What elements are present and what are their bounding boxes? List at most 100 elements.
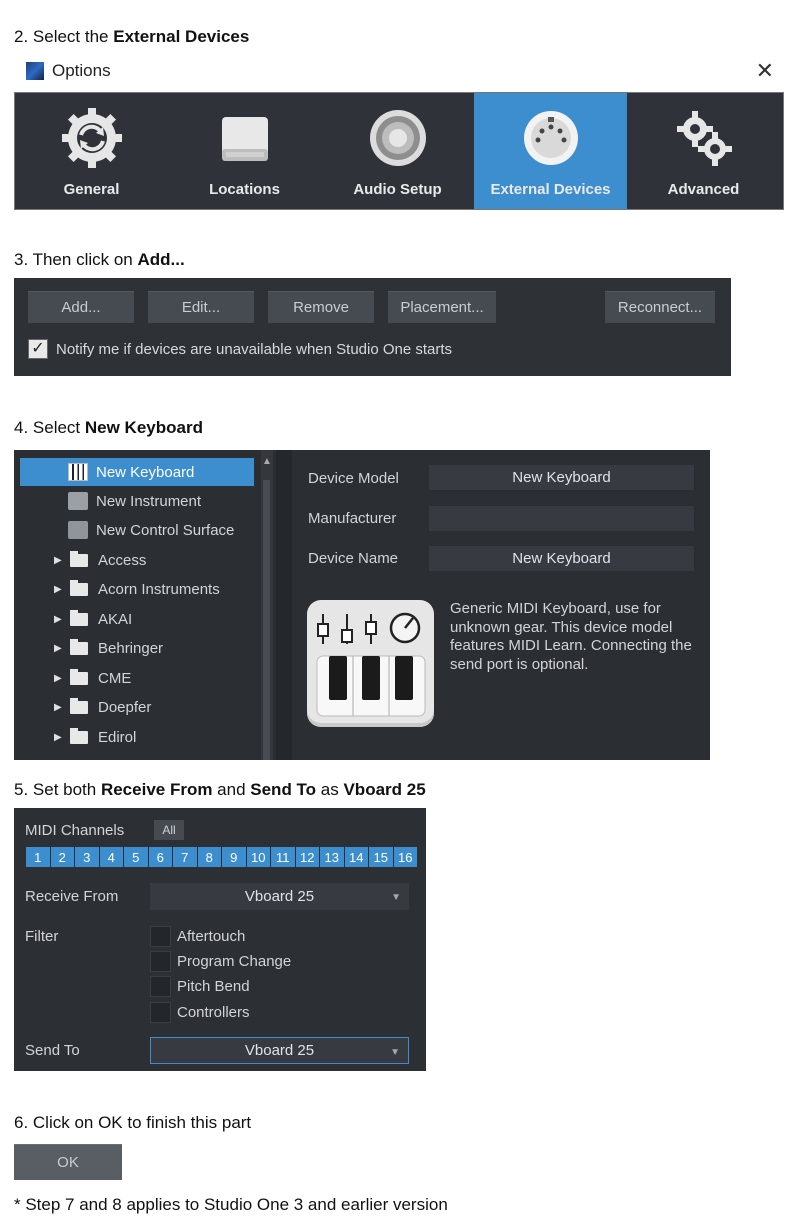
folder-icon [70, 609, 88, 626]
folder-edirol[interactable]: ▶ Edirol [54, 723, 136, 751]
filter-program-change[interactable]: Program Change [150, 950, 291, 972]
options-tab-bar: General Locations Audio Setup External D… [14, 92, 784, 210]
scroll-up-icon[interactable]: ▲ [261, 456, 273, 467]
filter-aftertouch[interactable]: Aftertouch [150, 925, 245, 947]
reconnect-button[interactable]: Reconnect... [605, 291, 715, 323]
folder-behringer[interactable]: ▶ Behringer [54, 634, 163, 662]
midi-port-icon [523, 111, 578, 165]
ok-button[interactable]: OK [14, 1144, 122, 1180]
options-title-bar: Options ✕ [14, 52, 784, 92]
folder-acorn-instruments[interactable]: ▶ Acorn Instruments [54, 575, 220, 603]
placement-button[interactable]: Placement... [388, 291, 496, 323]
tab-external-devices[interactable]: External Devices [474, 93, 627, 209]
tab-advanced[interactable]: Advanced [627, 93, 780, 209]
add-button[interactable]: Add... [28, 291, 134, 323]
panel-divider [276, 450, 292, 760]
channel-button[interactable]: 12 [295, 847, 319, 867]
expand-arrow-icon[interactable]: ▶ [54, 614, 64, 625]
aftertouch-checkbox[interactable] [150, 925, 171, 947]
notify-checkbox[interactable]: ✓ [28, 339, 48, 359]
pitch-bend-checkbox[interactable] [150, 975, 171, 997]
keyboard-faders-icon [316, 612, 426, 717]
channel-button[interactable]: 16 [393, 847, 417, 867]
filter-label: Filter [25, 928, 59, 945]
channel-button[interactable]: 9 [222, 847, 246, 867]
tab-label: Advanced [667, 181, 740, 198]
all-channels-button[interactable]: All [154, 820, 184, 840]
device-model-label: Device Model [308, 470, 399, 487]
device-name-field[interactable]: New Keyboard [428, 545, 695, 572]
controllers-checkbox[interactable] [150, 1001, 171, 1023]
channel-button[interactable]: 5 [124, 847, 148, 867]
expand-arrow-icon[interactable]: ▶ [54, 555, 64, 566]
midi-settings-panel: MIDI Channels All 1 2 3 4 5 6 7 8 9 10 1… [14, 808, 426, 1071]
gears-icon [676, 111, 732, 166]
device-list: New Keyboard New Instrument New Control … [14, 450, 274, 760]
scrollbar-thumb[interactable] [263, 480, 270, 760]
channel-button[interactable]: 8 [197, 847, 221, 867]
device-model-field[interactable]: New Keyboard [428, 464, 695, 491]
send-to-select[interactable]: Vboard 25 ▼ [150, 1037, 409, 1064]
manufacturer-field[interactable] [428, 505, 695, 532]
tab-locations[interactable]: Locations [168, 93, 321, 209]
device-name-label: Device Name [308, 550, 399, 567]
close-icon[interactable]: ✕ [756, 58, 774, 84]
folder-icon [70, 668, 88, 685]
channel-button[interactable]: 3 [75, 847, 99, 867]
expand-arrow-icon[interactable]: ▶ [54, 673, 64, 684]
filter-controllers[interactable]: Controllers [150, 1001, 250, 1023]
refresh-gear-icon [61, 108, 122, 168]
expand-arrow-icon[interactable]: ▶ [54, 643, 64, 654]
devices-toolbar: Add... Edit... Remove Placement... Recon… [14, 278, 731, 376]
channel-button[interactable]: 13 [320, 847, 344, 867]
channel-button[interactable]: 11 [271, 847, 295, 867]
folder-cme[interactable]: ▶ CME [54, 664, 131, 692]
folder-icon [70, 550, 88, 567]
channel-button[interactable]: 4 [99, 847, 123, 867]
keyboard-icon [68, 463, 88, 481]
filter-pitch-bend[interactable]: Pitch Bend [150, 975, 250, 997]
remove-button[interactable]: Remove [268, 291, 374, 323]
step-4-text: 4. Select New Keyboard [14, 418, 203, 437]
tab-audio-setup[interactable]: Audio Setup [321, 93, 474, 209]
keyboard-device-icon [307, 600, 434, 727]
channel-button[interactable]: 2 [50, 847, 74, 867]
expand-arrow-icon[interactable]: ▶ [54, 584, 64, 595]
edit-button[interactable]: Edit... [148, 291, 254, 323]
channel-button[interactable]: 15 [369, 847, 393, 867]
channel-button[interactable]: 10 [246, 847, 270, 867]
list-item-new-instrument[interactable]: New Instrument [20, 487, 254, 515]
channel-button[interactable]: 14 [344, 847, 368, 867]
step-5-text: 5. Set both Receive From and Send To as … [14, 780, 426, 799]
folder-doepfer[interactable]: ▶ Doepfer [54, 693, 151, 721]
device-description: Generic MIDI Keyboard, use for unknown g… [450, 600, 692, 673]
drive-icon [221, 117, 268, 161]
step-2-text: 2. Select the External Devices [14, 27, 250, 46]
expand-arrow-icon[interactable]: ▶ [54, 702, 64, 713]
channel-button[interactable]: 1 [26, 847, 50, 867]
chevron-down-icon: ▼ [391, 892, 401, 903]
list-item-new-control-surface[interactable]: New Control Surface [20, 516, 260, 544]
tab-label: External Devices [490, 181, 611, 198]
folder-akai[interactable]: ▶ AKAI [54, 605, 132, 633]
channel-button[interactable]: 7 [173, 847, 197, 867]
folder-icon [70, 727, 88, 744]
folder-icon [70, 697, 88, 714]
control-surface-icon [68, 521, 88, 539]
notify-label: Notify me if devices are unavailable whe… [56, 340, 453, 358]
notify-row: ✓ Notify me if devices are unavailable w… [28, 339, 452, 359]
channel-button[interactable]: 6 [148, 847, 172, 867]
folder-access[interactable]: ▶ Access [54, 546, 146, 574]
footnote: * Step 7 and 8 applies to Studio One 3 a… [14, 1195, 448, 1214]
channel-selector: 1 2 3 4 5 6 7 8 9 10 11 12 13 14 15 16 [26, 847, 418, 867]
tab-general[interactable]: General [15, 93, 168, 209]
receive-from-label: Receive From [25, 888, 119, 905]
device-list-scrollbar[interactable]: ▲ [261, 450, 273, 760]
receive-from-select[interactable]: Vboard 25 ▼ [150, 883, 409, 910]
step-3-text: 3. Then click on Add... [14, 250, 185, 269]
folder-icon [70, 638, 88, 655]
program-change-checkbox[interactable] [150, 950, 171, 972]
list-item-new-keyboard[interactable]: New Keyboard [20, 458, 254, 486]
expand-arrow-icon[interactable]: ▶ [54, 732, 64, 743]
manufacturer-label: Manufacturer [308, 510, 397, 527]
